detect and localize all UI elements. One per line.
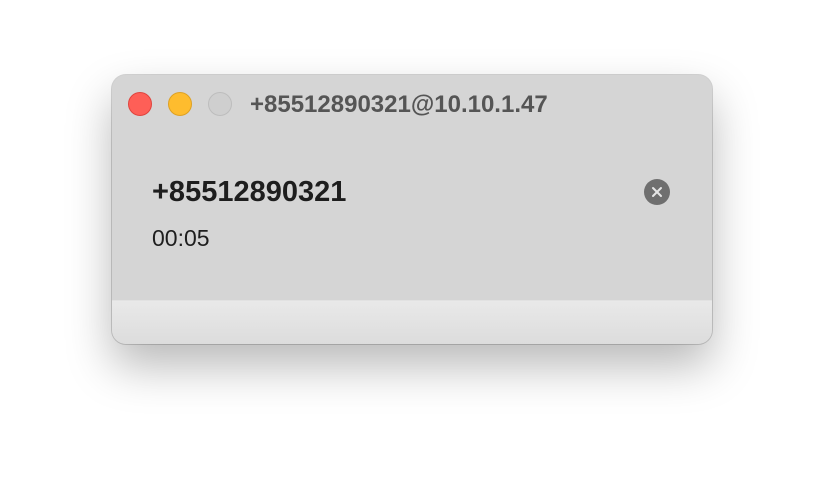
bottom-bar [112,300,712,344]
caller-number: +85512890321 [152,176,347,208]
close-circle-icon [652,187,662,197]
window-title: +85512890321@10.10.1.47 [250,91,548,118]
end-call-button[interactable] [644,179,670,205]
title-bar[interactable]: +85512890321@10.10.1.47 [112,75,712,133]
window-close-button[interactable] [128,92,152,116]
call-window: +85512890321@10.10.1.47 +85512890321 00:… [112,75,712,344]
call-duration: 00:05 [152,225,210,251]
call-panel: +85512890321 00:05 [112,133,712,300]
window-minimize-button[interactable] [168,92,192,116]
window-zoom-button[interactable] [208,92,232,116]
